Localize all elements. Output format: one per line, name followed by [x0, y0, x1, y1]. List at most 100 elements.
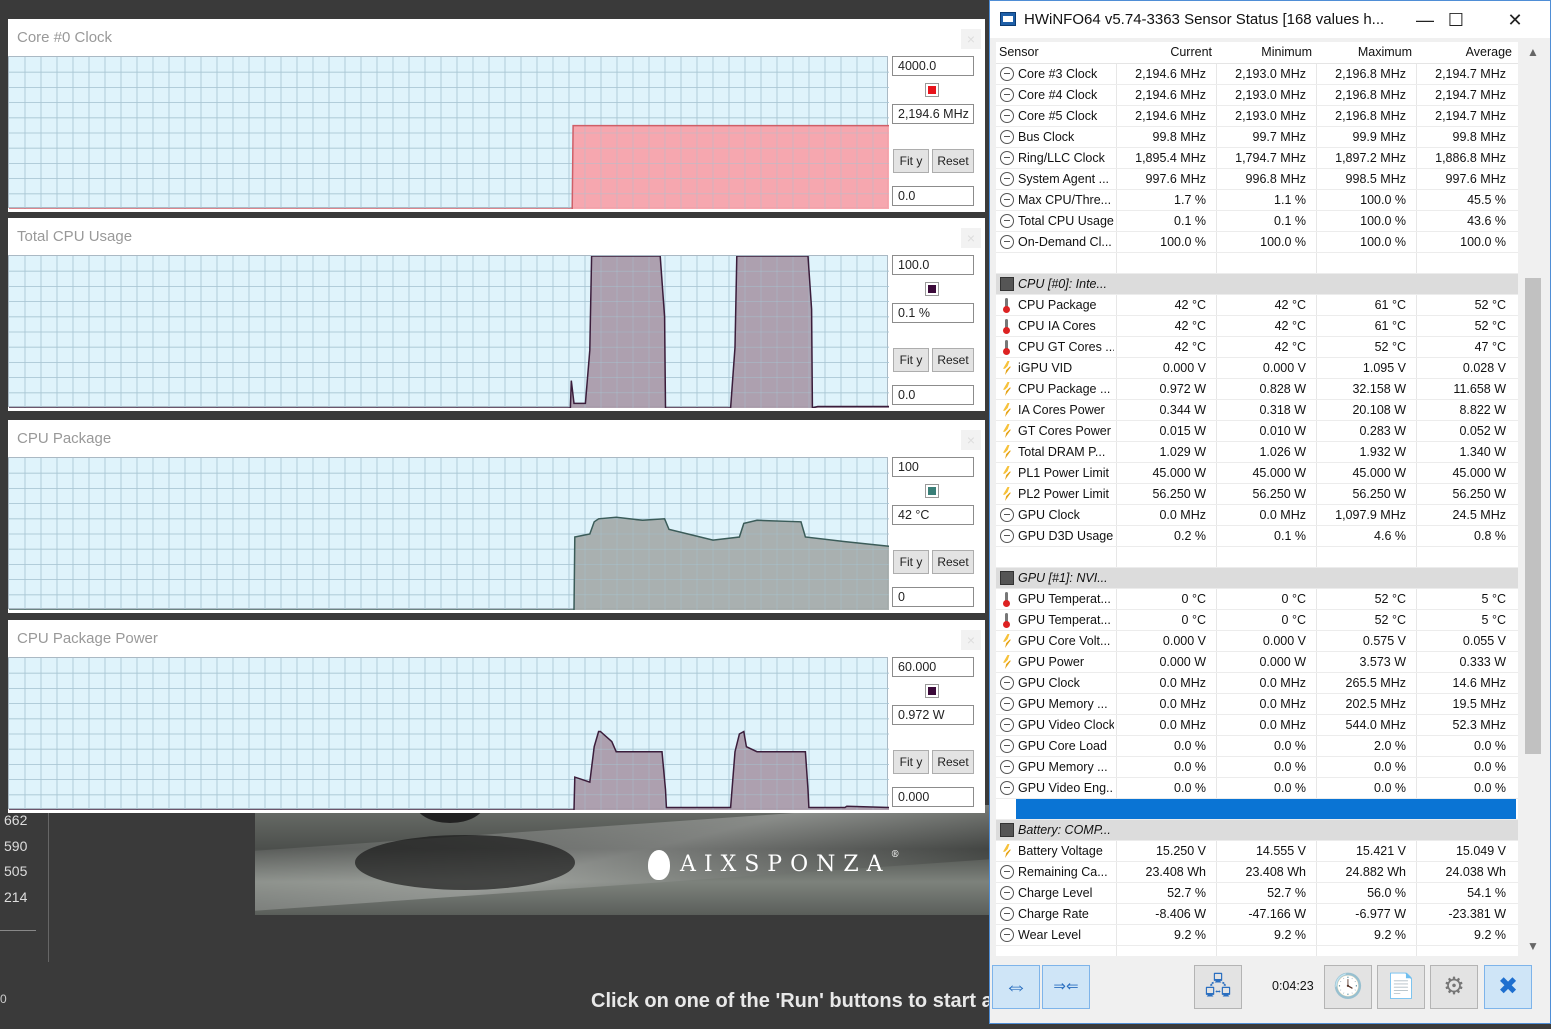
- graph-color-swatch[interactable]: [925, 684, 939, 698]
- graph-min-field[interactable]: 0.0: [892, 186, 974, 206]
- graph-max-field[interactable]: 4000.0: [892, 56, 974, 76]
- column-header-average[interactable]: Average: [1466, 45, 1512, 59]
- sensor-row[interactable]: PL1 Power Limit 45.000 W 45.000 W 45.000 W 4…: [996, 463, 1518, 484]
- sensor-row[interactable]: GPU Clock 0.0 MHz 0.0 MHz 265.5 MHz 14.6 MHz: [996, 673, 1518, 694]
- sensor-row[interactable]: Core #5 Clock 2,194.6 MHz 2,193.0 MHz 2,196…: [996, 106, 1518, 127]
- graph-max-field[interactable]: 100: [892, 457, 974, 477]
- sensor-row[interactable]: PL2 Power Limit 56.250 W 56.250 W 56.250 W 5…: [996, 484, 1518, 505]
- clock-sensor-icon: [1000, 508, 1014, 522]
- sensor-row[interactable]: GPU Memory ... 0.0 MHz 0.0 MHz 202.5 MHz 19.…: [996, 694, 1518, 715]
- sensor-row[interactable]: Battery Voltage 15.250 V 14.555 V 15.421 V 1…: [996, 841, 1518, 862]
- graph-close-button[interactable]: ×: [961, 228, 981, 248]
- sensor-table[interactable]: Sensor Current Minimum Maximum Average C…: [996, 42, 1518, 956]
- maximize-button[interactable]: ☐: [1433, 6, 1479, 34]
- sensor-name: GPU D3D Usage: [1018, 529, 1114, 543]
- sensor-name: CPU [#0]: Inte...: [1018, 277, 1107, 291]
- sensor-row[interactable]: Charge Rate -8.406 W -47.166 W -6.977 W -23.…: [996, 904, 1518, 925]
- fit-y-button[interactable]: Fit y: [893, 750, 929, 774]
- reset-timer-button[interactable]: 🕓: [1324, 965, 1372, 1009]
- sensor-row[interactable]: GT Cores Power 0.015 W 0.010 W 0.283 W 0.052…: [996, 421, 1518, 442]
- column-header-minimum[interactable]: Minimum: [1261, 45, 1312, 59]
- graph-window[interactable]: CPU Package Power × 60.000 0.972 W Fit y…: [8, 620, 985, 813]
- sensor-row[interactable]: System Agent ... 997.6 MHz 996.8 MHz 998.5 …: [996, 169, 1518, 190]
- sensor-row[interactable]: GPU Temperat... 0 °C 0 °C 52 °C 5 °C: [996, 589, 1518, 610]
- graph-color-swatch[interactable]: [925, 83, 939, 97]
- graph-color-swatch[interactable]: [925, 484, 939, 498]
- graph-window[interactable]: Total CPU Usage × 100.0 0.1 % Fit y Rese…: [8, 218, 985, 411]
- graph-max-field[interactable]: 100.0: [892, 255, 974, 275]
- sensor-row[interactable]: [996, 547, 1518, 568]
- sensor-minimum: 0.1 %: [1274, 529, 1306, 543]
- graph-window[interactable]: CPU Package × 100 42 °C Fit y Reset 0: [8, 420, 985, 613]
- title-bar[interactable]: HWiNFO64 v5.74-3363 Sensor Status [168 v…: [990, 1, 1550, 38]
- sensor-row[interactable]: CPU IA Cores 42 °C 42 °C 61 °C 52 °C: [996, 316, 1518, 337]
- sensor-row[interactable]: Remaining Ca... 23.408 Wh 23.408 Wh 24.882 …: [996, 862, 1518, 883]
- sensor-row[interactable]: Max CPU/Thre... 1.7 % 1.1 % 100.0 % 45.5 %: [996, 190, 1518, 211]
- sensor-row[interactable]: Ring/LLC Clock 1,895.4 MHz 1,794.7 MHz 1,89…: [996, 148, 1518, 169]
- sensor-row[interactable]: GPU Video Clock 0.0 MHz 0.0 MHz 544.0 MHz 52…: [996, 715, 1518, 736]
- sensor-row[interactable]: IA Cores Power 0.344 W 0.318 W 20.108 W 8.82…: [996, 400, 1518, 421]
- scroll-up-icon[interactable]: ▲: [1522, 42, 1544, 62]
- close-window-button[interactable]: ✕: [1492, 6, 1538, 34]
- graph-plot-area: [8, 657, 889, 810]
- sensor-row[interactable]: [996, 799, 1518, 820]
- graph-min-field[interactable]: 0.000: [892, 787, 974, 807]
- graph-close-button[interactable]: ×: [961, 430, 981, 450]
- settings-button[interactable]: ⚙: [1430, 965, 1478, 1009]
- sensor-current: 56.250 W: [1152, 487, 1206, 501]
- sensor-row[interactable]: GPU D3D Usage 0.2 % 0.1 % 4.6 % 0.8 %: [996, 526, 1518, 547]
- sensor-row[interactable]: Core #3 Clock 2,194.6 MHz 2,193.0 MHz 2,196…: [996, 64, 1518, 85]
- close-sensors-button[interactable]: ✖: [1484, 965, 1532, 1009]
- scroll-thumb[interactable]: [1525, 278, 1541, 754]
- sensor-row[interactable]: GPU Core Load 0.0 % 0.0 % 2.0 % 0.0 %: [996, 736, 1518, 757]
- graph-max-field[interactable]: 60.000: [892, 657, 974, 677]
- graph-close-button[interactable]: ×: [961, 630, 981, 650]
- sensor-row[interactable]: Total CPU Usage 0.1 % 0.1 % 100.0 % 43.6 %: [996, 211, 1518, 232]
- reset-button[interactable]: Reset: [932, 750, 974, 774]
- sensor-row[interactable]: CPU GT Cores ... 42 °C 42 °C 52 °C 47 °C: [996, 337, 1518, 358]
- column-header-maximum[interactable]: Maximum: [1358, 45, 1412, 59]
- column-header-sensor[interactable]: Sensor: [999, 45, 1039, 59]
- graph-min-field[interactable]: 0.0: [892, 385, 974, 405]
- sensor-row[interactable]: GPU Video Eng... 0.0 % 0.0 % 0.0 % 0.0 %: [996, 778, 1518, 799]
- sensor-row[interactable]: Total DRAM P... 1.029 W 1.026 W 1.932 W 1.34…: [996, 442, 1518, 463]
- sensor-group-header[interactable]: Battery: COMP...: [996, 820, 1518, 841]
- sensor-row[interactable]: CPU Package ... 0.972 W 0.828 W 32.158 W 11.…: [996, 379, 1518, 400]
- sensor-average: 0.028 V: [1462, 361, 1506, 375]
- sensor-group-header[interactable]: GPU [#1]: NVI...: [996, 568, 1518, 589]
- sensor-row[interactable]: GPU Clock 0.0 MHz 0.0 MHz 1,097.9 MHz 24.5 M…: [996, 505, 1518, 526]
- sensor-row[interactable]: iGPU VID 0.000 V 0.000 V 1.095 V 0.028 V: [996, 358, 1518, 379]
- sensor-row[interactable]: Wear Level 9.2 % 9.2 % 9.2 % 9.2 %: [996, 925, 1518, 946]
- sensor-row[interactable]: GPU Temperat... 0 °C 0 °C 52 °C 5 °C: [996, 610, 1518, 631]
- sensor-name: GPU Memory ...: [1018, 760, 1108, 774]
- graph-window[interactable]: Core #0 Clock × 4000.0 2,194.6 MHz Fit y…: [8, 19, 985, 212]
- fit-y-button[interactable]: Fit y: [893, 348, 929, 372]
- sensor-row[interactable]: GPU Memory ... 0.0 % 0.0 % 0.0 % 0.0 %: [996, 757, 1518, 778]
- reset-button[interactable]: Reset: [932, 348, 974, 372]
- sensor-row[interactable]: [996, 253, 1518, 274]
- scroll-down-icon[interactable]: ▼: [1522, 936, 1544, 956]
- reset-button[interactable]: Reset: [932, 149, 974, 173]
- fit-y-button[interactable]: Fit y: [893, 550, 929, 574]
- sensor-row[interactable]: CPU Package 42 °C 42 °C 61 °C 52 °C: [996, 295, 1518, 316]
- expand-icon: ⇔: [1004, 973, 1028, 1000]
- expand-button[interactable]: ⇔: [992, 965, 1040, 1009]
- fit-y-button[interactable]: Fit y: [893, 149, 929, 173]
- sensor-row[interactable]: On-Demand Cl... 100.0 % 100.0 % 100.0 % 100.…: [996, 232, 1518, 253]
- sensor-row[interactable]: Charge Level 52.7 % 52.7 % 56.0 % 54.1 %: [996, 883, 1518, 904]
- sensor-group-header[interactable]: CPU [#0]: Inte...: [996, 274, 1518, 295]
- sensor-row[interactable]: GPU Core Volt... 0.000 V 0.000 V 0.575 V 0.0…: [996, 631, 1518, 652]
- reset-button[interactable]: Reset: [932, 550, 974, 574]
- column-header-current[interactable]: Current: [1170, 45, 1212, 59]
- network-button[interactable]: 🖧: [1194, 965, 1242, 1009]
- graph-close-button[interactable]: ×: [961, 29, 981, 49]
- sensor-row[interactable]: GPU Power 0.000 W 0.000 W 3.573 W 0.333 W: [996, 652, 1518, 673]
- vertical-scrollbar[interactable]: ▲ ▼: [1522, 42, 1544, 956]
- sensor-row[interactable]: Bus Clock 99.8 MHz 99.7 MHz 99.9 MHz 99.8 MH…: [996, 127, 1518, 148]
- graph-color-swatch[interactable]: [925, 282, 939, 296]
- sensor-row[interactable]: Core #4 Clock 2,194.6 MHz 2,193.0 MHz 2,196…: [996, 85, 1518, 106]
- logging-button[interactable]: 📄: [1377, 965, 1425, 1009]
- collapse-button[interactable]: ⇒⇐: [1042, 965, 1090, 1009]
- sensor-maximum: 61 °C: [1374, 319, 1406, 333]
- graph-min-field[interactable]: 0: [892, 587, 974, 607]
